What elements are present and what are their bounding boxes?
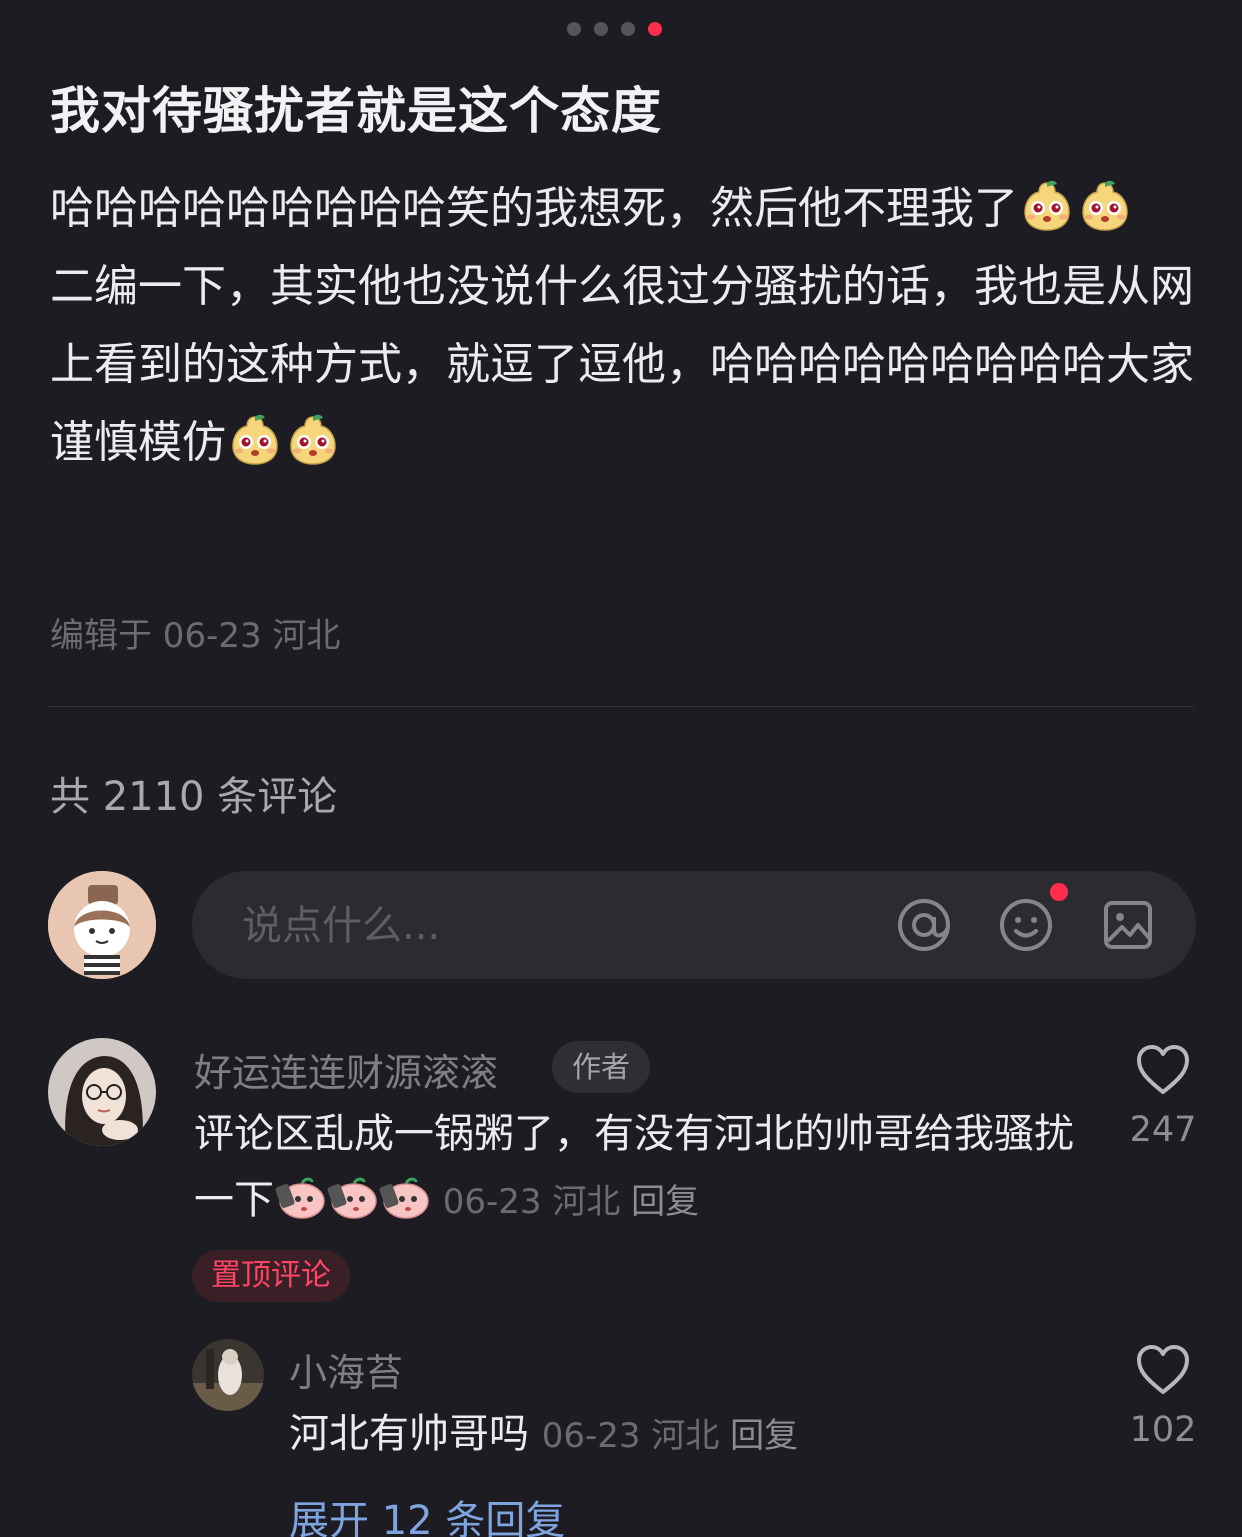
post-body-paragraph: 二编一下，其实他也没说什么很过分骚扰的话，我也是从网上看到的这种方式，就逗了逗他…	[50, 248, 1200, 482]
comment-count: 共 2110 条评论	[50, 774, 338, 820]
reply-date: 06-23	[541, 1416, 641, 1456]
carousel-dot-active[interactable]	[648, 22, 662, 36]
comment-avatar[interactable]	[48, 1038, 156, 1146]
carousel-dot[interactable]	[594, 22, 608, 36]
post-body-line1: 哈哈哈哈哈哈哈哈哈笑的我想死，然后他不理我了	[50, 183, 1018, 234]
comment-meta: 06-23 河北 回复	[443, 1182, 699, 1222]
carousel-indicator	[567, 22, 662, 36]
comment-input[interactable]	[240, 895, 844, 957]
author-badge: 作者	[552, 1041, 650, 1093]
comment-body[interactable]: 评论区乱成一锅粥了，有没有河北的帅哥给我骚扰一下 06-23 河北 回复	[194, 1101, 1074, 1235]
post-edit-meta: 编辑于 06-23 河北	[50, 616, 341, 656]
expand-replies-link[interactable]: 展开 12 条回复	[289, 1488, 565, 1537]
at-icon[interactable]	[894, 895, 954, 955]
reply-button[interactable]: 回复	[730, 1416, 798, 1456]
comment-date: 06-23	[442, 1182, 542, 1222]
like-count: 247	[1129, 1110, 1197, 1150]
reply-location: 河北	[651, 1416, 720, 1456]
post-title: 我对待骚扰者就是这个态度	[50, 82, 662, 140]
post-body-paragraph: 哈哈哈哈哈哈哈哈哈笑的我想死，然后他不理我了	[50, 170, 1200, 248]
pear-emoji-icon	[286, 413, 340, 467]
comment-username[interactable]: 好运连连财源滚滚	[194, 1042, 498, 1097]
heart-icon	[1137, 1345, 1189, 1394]
like-count: 102	[1129, 1410, 1197, 1450]
pear-emoji-icon	[228, 413, 282, 467]
pear-emoji-icon	[1020, 179, 1074, 233]
peach-phone-emoji-icon	[378, 1173, 430, 1221]
my-avatar[interactable]	[48, 871, 156, 979]
reply-text: 河北有帅哥吗	[289, 1411, 529, 1457]
peach-phone-emoji-icon	[274, 1173, 326, 1221]
post-body-line2: 二编一下，其实他也没说什么很过分骚扰的话，我也是从网上看到的这种方式，就逗了逗他…	[50, 261, 1194, 468]
reply-button[interactable]: 回复	[631, 1182, 699, 1222]
reply-avatar[interactable]	[192, 1339, 264, 1411]
like-button[interactable]: 247	[1108, 1044, 1218, 1150]
reply-body[interactable]: 河北有帅哥吗 06-23 河北 回复	[289, 1401, 1089, 1469]
pear-emoji-icon	[1078, 179, 1132, 233]
post-body: 哈哈哈哈哈哈哈哈哈笑的我想死，然后他不理我了 二编一下，其实他也没说什么很过分骚…	[50, 170, 1200, 482]
post-detail-page: 我对待骚扰者就是这个态度 哈哈哈哈哈哈哈哈哈笑的我想死，然后他不理我了 二编一下…	[0, 0, 1242, 1537]
emoji-icon[interactable]	[996, 895, 1056, 955]
pinned-badge: 置顶评论	[192, 1250, 350, 1302]
carousel-dot[interactable]	[567, 22, 581, 36]
image-icon[interactable]	[1098, 895, 1158, 955]
reply-meta: 06-23 河北 回复	[542, 1416, 798, 1456]
like-button[interactable]: 102	[1108, 1344, 1218, 1450]
divider	[48, 706, 1194, 707]
comment-location: 河北	[552, 1182, 621, 1222]
heart-icon	[1137, 1045, 1189, 1094]
comment-composer[interactable]	[192, 871, 1196, 979]
notification-dot	[1050, 883, 1068, 901]
carousel-dot[interactable]	[621, 22, 635, 36]
peach-phone-emoji-icon	[326, 1173, 378, 1221]
reply-username[interactable]: 小海苔	[289, 1342, 403, 1397]
